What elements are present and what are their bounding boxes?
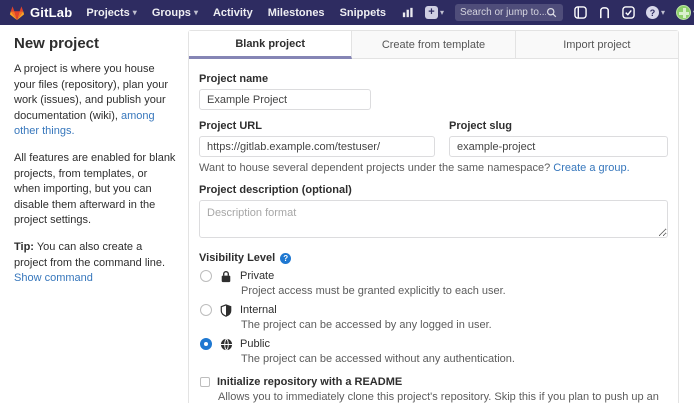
merge-requests-icon[interactable] [598,6,611,19]
search-input[interactable] [460,7,546,18]
blank-project-form: Project name Project URL Project slug Wa… [189,59,678,403]
search-box[interactable] [455,4,563,21]
private-description: Project access must be granted explicitl… [241,284,668,298]
help-icon: ? [646,6,659,19]
top-navbar: GitLab Projects Groups Activity Mileston… [0,0,694,25]
avatar [676,5,691,20]
project-type-tabs: Blank project Create from template Impor… [189,31,678,59]
page-title: New project [14,35,176,52]
public-description: The project can be accessed without any … [241,352,668,366]
gitlab-wordmark: GitLab [30,5,72,20]
search-icon [546,7,557,18]
visibility-option-internal: Internal [199,303,668,317]
chevron-down-icon: ▾ [661,8,665,17]
project-slug-label: Project slug [449,120,668,132]
sidebar-tip: Tip: You can also create a project from … [14,240,176,287]
namespace-hint: Want to house several dependent projects… [199,162,668,174]
user-menu-button[interactable]: ▾ [676,5,694,20]
readme-checkbox[interactable] [200,377,210,387]
show-command-link[interactable]: Show command [14,272,93,284]
nav-groups[interactable]: Groups [152,7,198,19]
tab-blank-project[interactable]: Blank project [189,31,352,59]
gitlab-logo[interactable]: GitLab [9,5,72,21]
readme-option: Initialize repository with a README [199,375,668,389]
internal-radio[interactable] [200,304,212,316]
nav-projects[interactable]: Projects [86,7,136,19]
project-slug-input[interactable] [449,136,668,157]
chevron-down-icon: ▾ [440,8,444,17]
tip-label: Tip: [14,241,34,253]
new-project-panel: Blank project Create from template Impor… [188,30,679,403]
readme-description: Allows you to immediately clone this pro… [218,390,668,403]
public-radio[interactable] [200,338,212,350]
todos-icon[interactable] [622,6,635,19]
project-name-input[interactable] [199,89,371,110]
new-project-sidebar: New project A project is where you house… [0,25,188,298]
tab-create-from-template[interactable]: Create from template [352,31,515,59]
project-description-input[interactable] [199,200,668,238]
project-description-label: Project description (optional) [199,184,668,196]
tanuki-icon [9,5,25,21]
visibility-option-private: Private [199,269,668,283]
nav-milestones[interactable]: Milestones [268,7,325,19]
project-url-input[interactable] [199,136,435,157]
sidebar-paragraph-1: A project is where you house your files … [14,62,176,140]
visibility-option-public: Public [199,337,668,351]
globe-icon [220,338,233,351]
private-radio[interactable] [200,270,212,282]
project-name-label: Project name [199,73,668,85]
nav-activity[interactable]: Activity [213,7,253,19]
sidebar-paragraph-2: All features are enabled for blank proje… [14,151,176,229]
visibility-level-label: Visibility Level [199,252,275,264]
chart-icon[interactable] [401,6,414,19]
new-menu-button[interactable]: + ▾ [425,6,444,19]
tab-import-project[interactable]: Import project [516,31,678,59]
help-menu-button[interactable]: ? ▾ [646,6,665,19]
create-a-group-link[interactable]: Create a group. [553,162,629,174]
issues-icon[interactable] [574,6,587,19]
plus-icon: + [425,6,438,19]
lock-icon [220,270,233,283]
shield-icon [220,304,233,317]
project-url-label: Project URL [199,120,435,132]
visibility-help-icon[interactable]: ? [280,253,291,264]
internal-description: The project can be accessed by any logge… [241,318,668,332]
nav-snippets[interactable]: Snippets [340,7,386,19]
